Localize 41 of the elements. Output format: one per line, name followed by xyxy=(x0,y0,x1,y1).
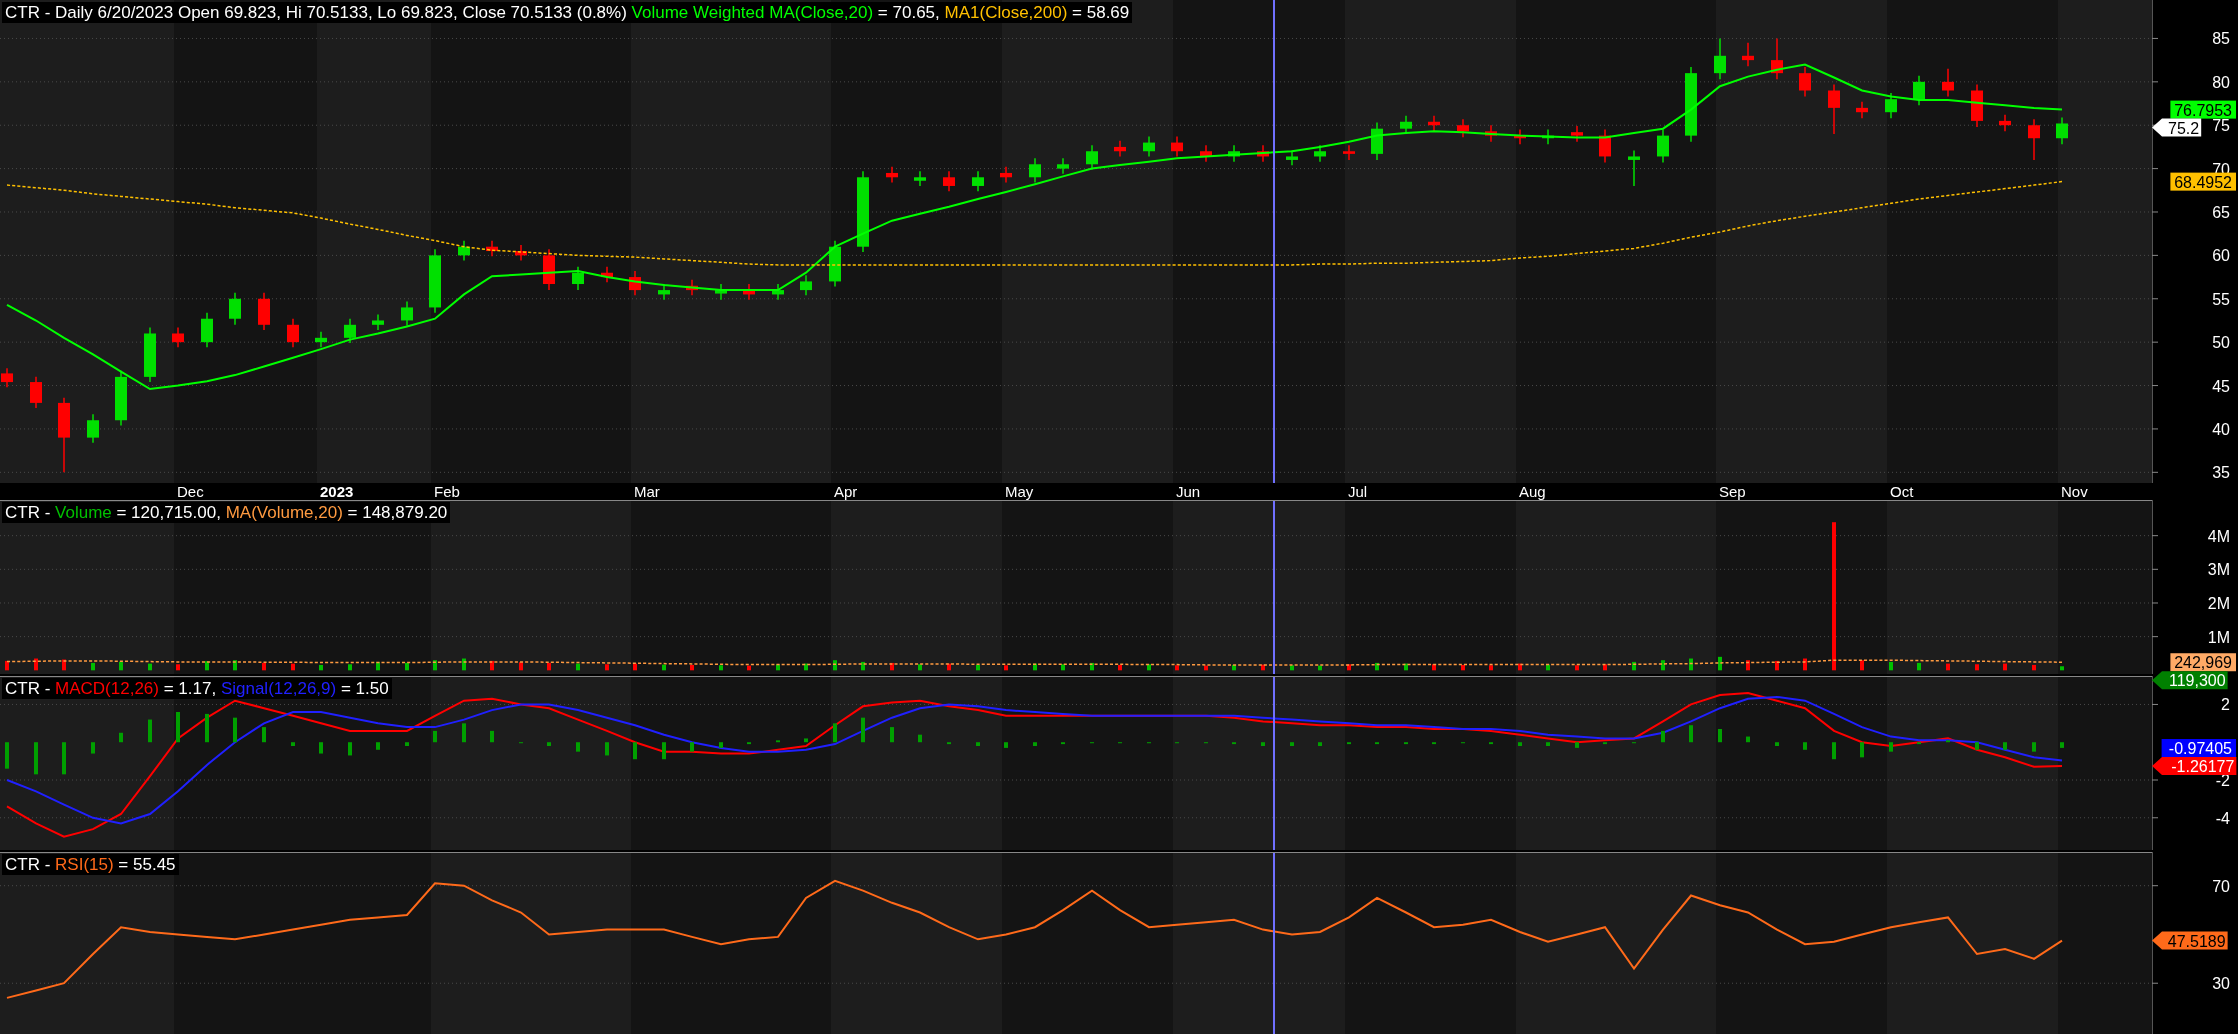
chart-legend: CTR - Volume = 120,715.00, MA(Volume,20) = 148,879.20 xyxy=(2,502,451,523)
axis-tick-label: 70 xyxy=(2212,877,2230,895)
axis-tick-label: Aug xyxy=(1519,483,1546,500)
axis-tick-label: Feb xyxy=(434,483,460,500)
axis-tick-label: 45 xyxy=(2212,377,2230,395)
axis-tick-label: 2M xyxy=(2207,595,2230,612)
axis-tick-label: Oct xyxy=(1890,483,1914,500)
axis-tick-label: -4 xyxy=(2215,809,2230,827)
axis-tick-label: 35 xyxy=(2212,464,2230,482)
axis-tick-label: May xyxy=(1005,483,1034,500)
axis-tick-label: Dec xyxy=(177,483,204,500)
axis-tick-label: 1M xyxy=(2207,628,2230,646)
year-label: 2023 xyxy=(320,483,354,500)
axis-tick-label: 80 xyxy=(2212,73,2230,91)
axis-tick-label: 50 xyxy=(2212,334,2230,352)
axis-tick-label: 85 xyxy=(2212,30,2230,48)
axis-tick-label: 65 xyxy=(2212,204,2230,221)
axis-tick-label: Jul xyxy=(1348,483,1368,500)
chart-legend: CTR - RSI(15) = 55.45 xyxy=(2,854,179,875)
axis-tick-label: 40 xyxy=(2212,420,2230,438)
axis-tick-label: 2 xyxy=(2221,696,2230,714)
value-tag: -0.97405 xyxy=(2161,739,2236,757)
value-tag: 119,300 xyxy=(2152,671,2228,690)
chart-legend: CTR - MACD(12,26) = 1.17, Signal(12,26,9) = 1.50 xyxy=(2,678,392,699)
chart-legend: CTR - Daily 6/20/2023 Open 69.823, Hi 70.5133, Lo 69.823, Close 70.5133 (0.8%) Volume Weighted MA(Close,20) = 70.65, MA1(Close,200) = 58.69 xyxy=(2,2,1133,23)
axis-tick-label: 60 xyxy=(2212,247,2230,265)
axis-tick-label: Mar xyxy=(634,483,660,500)
value-tag: 76.7953 xyxy=(2170,100,2236,119)
axis-tick-label: Apr xyxy=(834,483,858,500)
value-tag: 242,969 xyxy=(2170,653,2236,672)
value-tag: 68.4952 xyxy=(2170,172,2236,191)
axis-tick-label: 3M xyxy=(2207,561,2230,579)
axis-tick-label: 30 xyxy=(2212,975,2230,993)
axis-tick-label: 75 xyxy=(2212,117,2230,135)
axis-tick-label: Jun xyxy=(1176,483,1201,500)
axis-tick-label: 55 xyxy=(2212,290,2230,308)
value-tag: 47.5189 xyxy=(2152,931,2228,950)
axis-tick-label: Sep xyxy=(1719,483,1746,500)
axis-tick-label: 4M xyxy=(2207,527,2230,545)
axis-tick-label: Nov xyxy=(2061,483,2088,500)
value-tag: -1.26177 xyxy=(2152,757,2237,775)
